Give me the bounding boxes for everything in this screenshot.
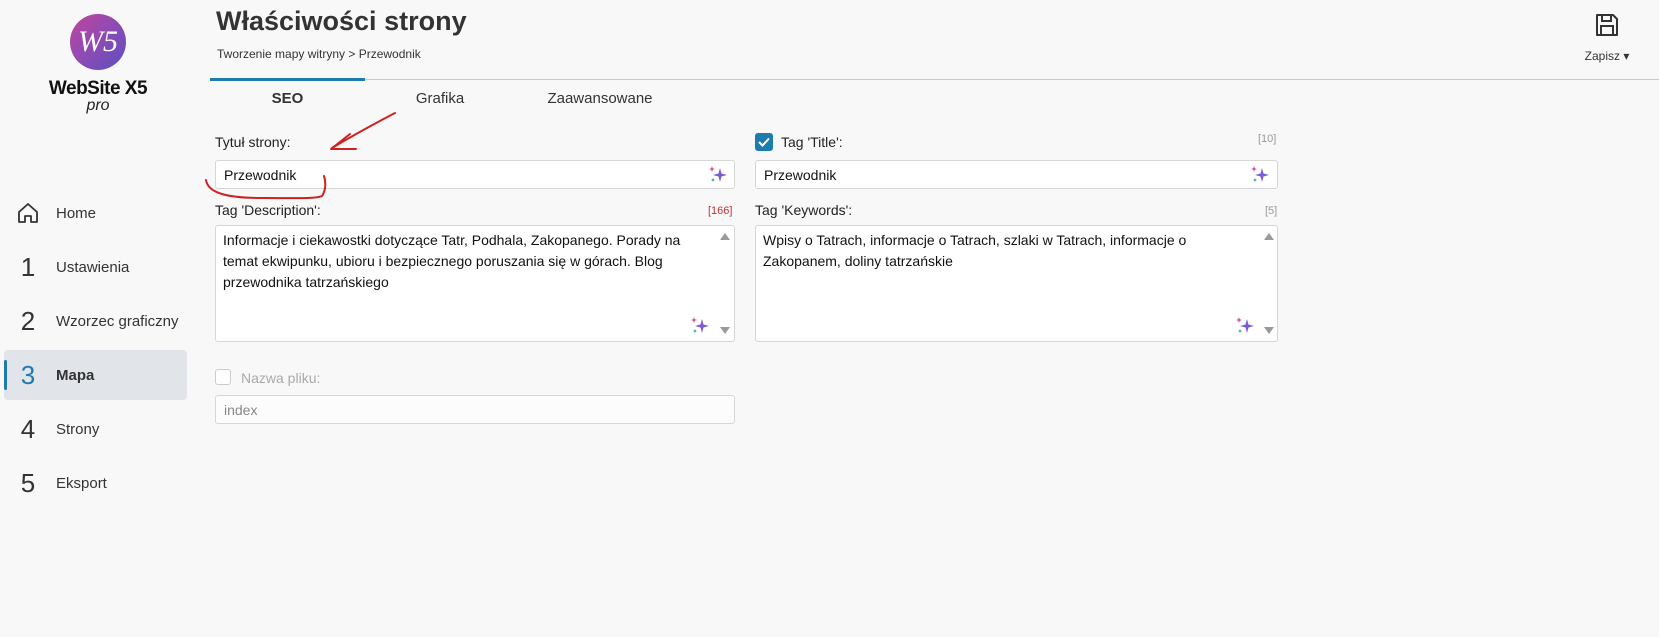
floppy-disk-icon: [1580, 12, 1634, 43]
scroll-up-icon[interactable]: [720, 233, 730, 240]
sidebar-item-eksport[interactable]: 5 Eksport: [4, 458, 187, 508]
step-number: 4: [20, 413, 36, 444]
ai-sparkle-icon[interactable]: [1250, 165, 1270, 185]
sidebar-item-label: Eksport: [56, 474, 107, 492]
page-title-input[interactable]: Przewodnik: [215, 160, 735, 189]
annotation-arrow: [331, 112, 396, 149]
check-icon: [758, 137, 770, 147]
step-number: 3: [20, 359, 36, 390]
keywords-scrollbar[interactable]: [1262, 227, 1276, 340]
step-number: 2: [20, 305, 36, 336]
scroll-down-icon[interactable]: [720, 327, 730, 334]
sidebar-item-label: Mapa: [56, 366, 95, 384]
sidebar-item-label: Home: [56, 204, 97, 222]
description-counter: [166]: [708, 205, 733, 217]
title-tag-counter: [10]: [1258, 133, 1277, 145]
keywords-counter: [5]: [1265, 205, 1278, 217]
keywords-textarea[interactable]: Wpisy o Tatrach, informacje o Tatrach, s…: [755, 225, 1278, 342]
tabs-divider: [210, 79, 1659, 80]
ai-sparkle-icon[interactable]: [690, 316, 710, 336]
logo-edition: pro: [86, 97, 110, 114]
description-label: Tag 'Description':: [215, 202, 321, 218]
logo-monogram: W5: [70, 14, 126, 70]
sidebar-nav: Home 1 Ustawienia 2 Wzorzec graficzny 3 …: [4, 188, 187, 512]
title-tag-label: Tag 'Title':: [781, 134, 843, 150]
scroll-down-icon[interactable]: [1264, 327, 1274, 334]
description-scrollbar[interactable]: [718, 227, 732, 340]
title-tag-checkbox[interactable]: [755, 133, 773, 151]
keywords-value: Wpisy o Tatrach, informacje o Tatrach, s…: [763, 232, 1187, 269]
description-textarea[interactable]: Informacje i ciekawostki dotyczące Tatr,…: [215, 225, 735, 342]
description-value: Informacje i ciekawostki dotyczące Tatr,…: [223, 232, 681, 290]
title-tag-value: Przewodnik: [764, 167, 837, 183]
save-label: Zapisz ▾: [1584, 49, 1630, 63]
sidebar-item-label: Ustawienia: [56, 258, 130, 276]
sidebar-item-strony[interactable]: 4 Strony: [4, 404, 187, 454]
sidebar-item-mapa[interactable]: 3 Mapa: [4, 350, 187, 400]
filename-value: index: [224, 402, 258, 418]
sidebar-item-wzorzec-graficzny[interactable]: 2 Wzorzec graficzny: [4, 296, 187, 346]
save-button[interactable]: Zapisz ▾: [1580, 12, 1634, 63]
sidebar: W5 WebSite X5 pro Home 1 Ustawienia 2 Wz…: [0, 0, 190, 637]
sidebar-item-label: Wzorzec graficzny: [56, 312, 179, 330]
ai-sparkle-icon[interactable]: [1235, 316, 1255, 336]
tab-zaawansowane[interactable]: Zaawansowane: [540, 90, 660, 107]
annotation-arrowhead: [330, 133, 357, 150]
website-x5-logo: W5 WebSite X5 pro: [48, 14, 148, 114]
page-title: Właściwości strony: [216, 6, 467, 36]
page-title-label: Tytuł strony:: [215, 134, 291, 150]
active-tab-indicator: [210, 78, 365, 81]
breadcrumb[interactable]: Tworzenie mapy witryny > Przewodnik: [217, 47, 421, 61]
tab-seo[interactable]: SEO: [210, 90, 365, 107]
scroll-up-icon[interactable]: [1264, 233, 1274, 240]
home-icon: [4, 201, 52, 225]
step-number: 5: [20, 467, 36, 498]
filename-checkbox[interactable]: [215, 369, 231, 385]
step-number: 1: [20, 251, 36, 282]
page-title-value: Przewodnik: [224, 167, 297, 183]
sidebar-item-label: Strony: [56, 420, 100, 438]
sidebar-item-ustawienia[interactable]: 1 Ustawienia: [4, 242, 187, 292]
keywords-label: Tag 'Keywords':: [755, 202, 853, 218]
title-tag-input[interactable]: Przewodnik: [755, 160, 1278, 189]
tab-grafika[interactable]: Grafika: [395, 90, 485, 107]
ai-sparkle-icon[interactable]: [708, 165, 728, 185]
filename-label: Nazwa pliku:: [241, 370, 321, 386]
sidebar-item-home[interactable]: Home: [4, 188, 187, 238]
filename-input[interactable]: index: [215, 395, 735, 424]
